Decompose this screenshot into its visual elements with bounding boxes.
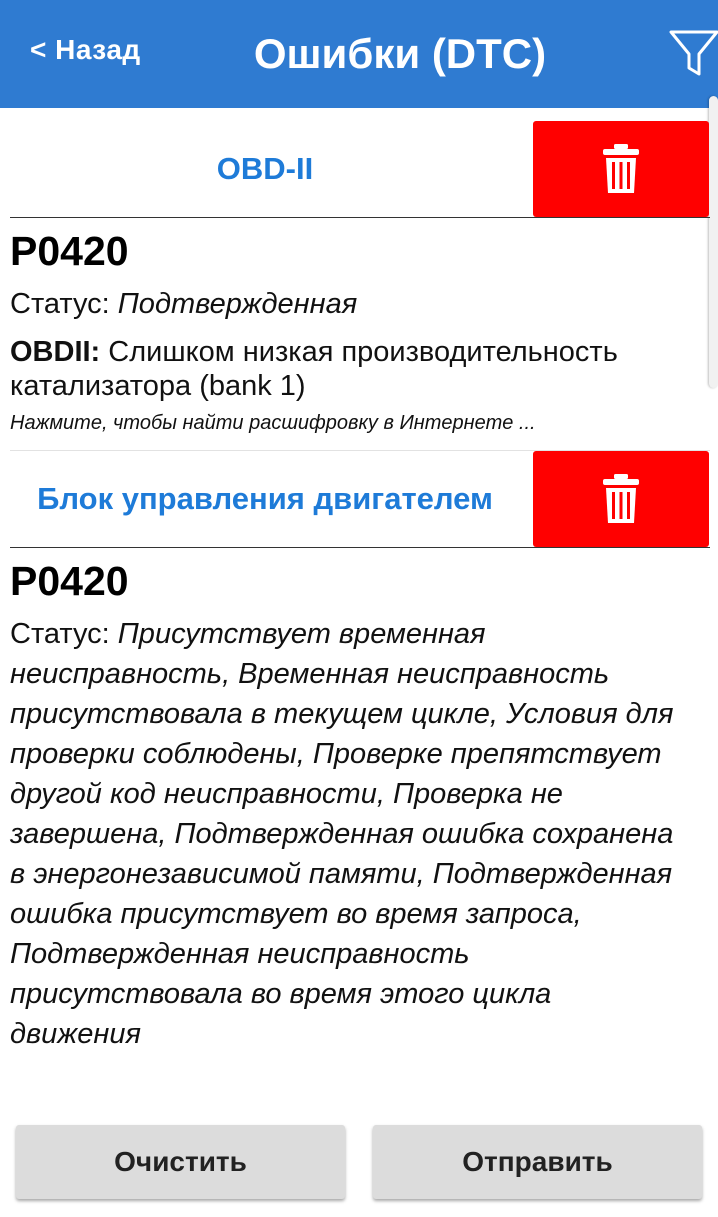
dtc-code[interactable]: P0420 xyxy=(10,228,129,275)
status-label: Статус: xyxy=(10,288,118,320)
status-value: Присутствует временная неисправность, Вр… xyxy=(10,618,674,1050)
section-title: Блок управления двигателем xyxy=(37,481,493,516)
status-value: Подтвержденная xyxy=(117,288,358,320)
section-title: OBD-II xyxy=(216,151,314,186)
top-bar: < Назад Ошибки (DTC) xyxy=(0,0,718,108)
section-header-obd2: OBD-II xyxy=(0,121,718,217)
dtc-status[interactable]: Статус: Подтвержденная xyxy=(10,284,700,324)
delete-button[interactable] xyxy=(533,451,709,547)
page-title: Ошибки (DTC) xyxy=(253,30,547,77)
trash-icon xyxy=(603,144,639,193)
description-prefix: OBDII: xyxy=(10,336,109,368)
divider xyxy=(10,217,710,218)
section-header-ecu: Блок управления двигателем xyxy=(0,451,718,547)
dtc-description[interactable]: OBDII: Слишком низкая производительность… xyxy=(10,335,700,403)
delete-button[interactable] xyxy=(533,121,709,217)
search-hint-link[interactable]: Нажмите, чтобы найти расшифровку в Интер… xyxy=(10,412,536,435)
divider xyxy=(10,547,710,548)
dtc-status[interactable]: Статус: Присутствует временная неисправн… xyxy=(10,614,690,1054)
clear-button[interactable]: Очистить xyxy=(16,1125,345,1199)
send-button[interactable]: Отправить xyxy=(373,1125,702,1199)
status-label: Статус: xyxy=(10,618,118,650)
filter-funnel-icon[interactable] xyxy=(668,28,718,78)
trash-icon xyxy=(603,474,639,523)
dtc-code[interactable]: P0420 xyxy=(10,558,129,605)
